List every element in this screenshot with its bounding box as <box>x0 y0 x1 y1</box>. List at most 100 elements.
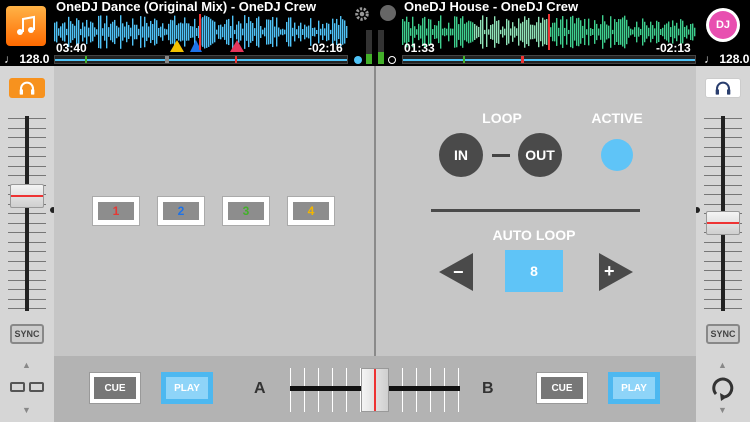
auto-loop-value[interactable]: 8 <box>505 250 563 292</box>
waveform-bar <box>536 22 538 42</box>
loop-active-indicator[interactable] <box>601 139 633 171</box>
waveform-bar <box>258 16 260 48</box>
waveform-bar <box>302 29 304 35</box>
waveform-bar <box>70 21 72 43</box>
deck-b-cue-button[interactable]: CUE <box>536 372 588 404</box>
waveform-bar <box>56 21 58 43</box>
loop-out-button[interactable]: OUT <box>518 133 562 177</box>
waveform-bar <box>626 19 628 45</box>
waveform-bar <box>476 25 478 39</box>
waveform-bar <box>670 27 672 37</box>
hotcue-1-button[interactable]: 1 <box>92 196 140 226</box>
waveform-bar <box>462 16 464 48</box>
deck-a-artwork[interactable] <box>6 6 46 46</box>
deck-a-play-button[interactable]: PLAY <box>161 372 213 404</box>
record-icon[interactable] <box>380 5 396 21</box>
waveform-bar <box>610 16 612 48</box>
panel-down-arrow-icon-b[interactable]: ▼ <box>718 405 727 415</box>
waveform-bar <box>416 29 418 35</box>
waveform-bar <box>80 28 82 36</box>
panel-up-arrow-icon-b[interactable]: ▲ <box>718 360 727 370</box>
deck-b-headphone-button[interactable] <box>705 78 741 98</box>
waveform-bar <box>554 22 556 42</box>
hotcue-2-button[interactable]: 2 <box>157 196 205 226</box>
waveform-bar <box>414 26 416 38</box>
deck-b-sync-button[interactable]: SYNC <box>706 324 740 344</box>
waveform-bar <box>628 26 630 38</box>
waveform-bar <box>490 24 492 40</box>
loop-in-button[interactable]: IN <box>439 133 483 177</box>
auto-loop-increase-button[interactable]: + <box>599 253 633 291</box>
waveform-bar <box>136 24 138 40</box>
dj-logo-button[interactable]: DJ <box>706 8 740 42</box>
crossfader-b-label: B <box>482 380 494 397</box>
waveform-bar <box>438 20 440 44</box>
waveform-bar <box>690 23 692 41</box>
deck-a-headphone-button[interactable] <box>9 78 45 98</box>
waveform-bar <box>486 17 488 47</box>
waveform-bar <box>276 17 278 47</box>
waveform-bar <box>114 19 116 45</box>
hotcue-2-label: 2 <box>163 202 199 220</box>
deck-a-pitch-knob[interactable] <box>10 184 44 208</box>
waveform-bar <box>558 27 560 37</box>
waveform-bar <box>410 28 412 36</box>
waveform-bar <box>328 23 330 41</box>
deck-b-pitch-slider[interactable] <box>702 114 744 314</box>
waveform-bar <box>64 22 66 42</box>
deck-a-cue-button[interactable]: CUE <box>89 372 141 404</box>
layout-toggle-icon[interactable] <box>10 382 44 394</box>
hotcue-4-button[interactable]: 4 <box>287 196 335 226</box>
deck-a-bpm-value: 128.0 <box>19 52 50 66</box>
waveform-bar <box>454 16 456 48</box>
deck-a-pitch-slider[interactable] <box>6 114 48 314</box>
deck-a-elapsed: 03:40 <box>56 41 87 55</box>
deck-b-overview[interactable] <box>402 55 696 64</box>
panel-down-arrow-icon[interactable]: ▼ <box>22 405 31 415</box>
deck-b-pitch-knob[interactable] <box>706 211 740 235</box>
waveform-bar <box>562 16 564 48</box>
music-note-icon <box>17 15 35 35</box>
waveform-bar <box>604 21 606 43</box>
waveform-bar <box>572 15 574 49</box>
panel-up-arrow-icon[interactable]: ▲ <box>22 360 31 370</box>
waveform-bar <box>524 16 526 48</box>
loop-connector <box>492 154 510 157</box>
waveform-bar <box>98 15 100 49</box>
waveform-bar <box>656 20 658 44</box>
deck-b-bpm: ♩ 128.0 <box>704 52 749 66</box>
waveform-bar <box>74 25 76 39</box>
waveform-bar <box>408 21 410 43</box>
deck-a-sync-button[interactable]: SYNC <box>10 324 44 344</box>
waveform-bar <box>260 26 262 38</box>
waveform-bar <box>602 15 604 49</box>
waveform-bar <box>458 24 460 40</box>
deck-a-title: OneDJ Dance (Original Mix) - OneDJ Crew <box>56 0 317 14</box>
waveform-bar <box>334 23 336 41</box>
hotcue-3-button[interactable]: 3 <box>222 196 270 226</box>
waveform-bar <box>540 22 542 42</box>
deck-a-overview[interactable] <box>54 55 348 64</box>
waveform-bar <box>652 25 654 39</box>
deck-b-elapsed: 01:33 <box>404 41 435 55</box>
waveform-bar <box>508 20 510 44</box>
waveform-bar <box>140 16 142 48</box>
waveform-bar <box>190 26 192 38</box>
settings-gear-icon[interactable] <box>352 4 372 24</box>
waveform-bar <box>286 21 288 43</box>
loop-title: LOOP <box>482 110 522 126</box>
waveform-bar <box>538 16 540 48</box>
waveform-bar <box>678 28 680 36</box>
waveform-bar <box>566 19 568 45</box>
auto-loop-title: AUTO LOOP <box>492 227 576 243</box>
deck-a-play-label: PLAY <box>166 377 208 399</box>
deck-b-play-button[interactable]: PLAY <box>608 372 660 404</box>
loop-repeat-icon[interactable] <box>710 374 738 402</box>
waveform-bar <box>472 22 474 42</box>
crossfader-knob[interactable] <box>361 368 389 412</box>
crossfader[interactable] <box>290 364 460 416</box>
waveform-bar <box>120 15 122 49</box>
waveform-bar <box>306 26 308 38</box>
waveform-bar <box>154 18 156 46</box>
auto-loop-decrease-button[interactable]: − <box>439 253 473 291</box>
